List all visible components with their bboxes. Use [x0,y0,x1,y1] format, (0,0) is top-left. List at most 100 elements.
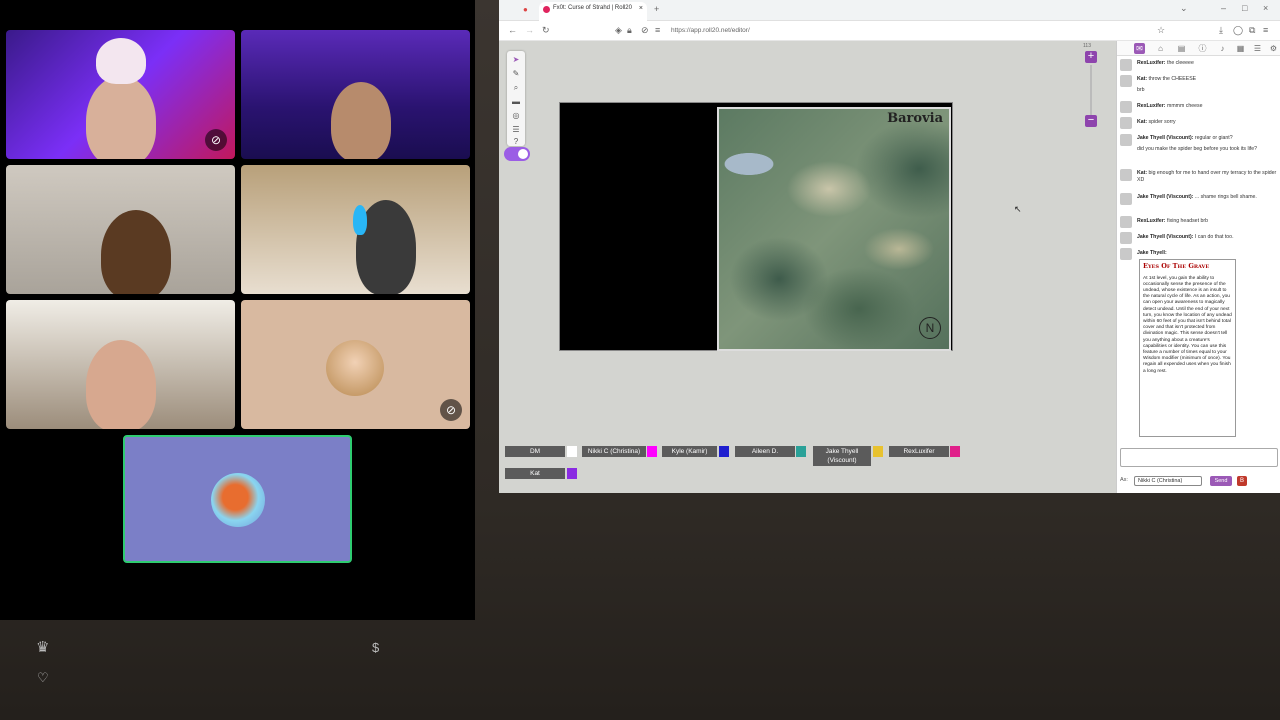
downloads-icon[interactable]: ⤓ [1219,25,1223,36]
account-icon[interactable]: ◯ [1233,25,1243,36]
forward-icon[interactable]: → [525,25,534,35]
chat-message: brb [1137,87,1145,93]
video-tile-2[interactable] [241,30,470,159]
participant-video [86,340,156,429]
chat-message: RexLuxifer: fixing headset brb [1137,218,1208,224]
dark-mode-toggle[interactable] [504,147,530,161]
select-tool-icon[interactable]: ➤ [511,55,521,65]
bookmark-star-icon[interactable]: ☆ [1157,25,1165,36]
zoom-in-button[interactable]: + [1085,51,1097,63]
player-name: DM [529,448,541,455]
avatar [1120,232,1132,244]
video-tile-active[interactable] [123,435,352,563]
deck-icon[interactable]: ▦ [1235,43,1246,54]
zoom-level: 113 [1083,43,1091,49]
measure-tool-icon[interactable]: ◎ [511,111,521,121]
art-library-icon[interactable]: ⌂ [1155,43,1166,54]
help-icon[interactable]: ? [511,137,521,147]
avatar [1120,134,1132,146]
avatar [1120,75,1132,87]
avatar-sticker [96,38,146,84]
chat-message: Jake Thyell (Viscount): I can do that to… [1137,234,1234,240]
video-tile-6[interactable]: ⊘ [241,300,470,429]
maximize-button[interactable]: □ [1242,3,1247,13]
browser-tab[interactable]: Fx0t: Curse of Strahd | Roll20 × [539,2,647,21]
compass-rose-icon: N [919,317,941,339]
collection-icon[interactable]: ☰ [1252,43,1263,54]
headset-icon [353,205,367,235]
extensions-icon[interactable]: ⧉ [1249,25,1255,36]
player-color-swatch [950,446,960,457]
shield-icon[interactable]: ◈ [615,25,622,36]
video-tile-4[interactable] [241,165,470,294]
vtt-canvas[interactable]: ➤ ✎ ⌕ ▬ ◎ ☰ ? Barovia N 113 + − DM Nikki… [499,41,1116,493]
tool-palette: ➤ ✎ ⌕ ▬ ◎ ☰ ? [507,51,525,146]
player-kyle[interactable]: Kyle (Kamir) [662,446,717,457]
map-page[interactable]: Barovia N [559,102,953,351]
participant-video [86,76,156,159]
chat-tab-icon[interactable]: ✉ [1134,43,1145,54]
tab-bar: ● Fx0t: Curse of Strahd | Roll20 × + ⌄ –… [499,0,1280,21]
mouse-cursor-icon: ↖ [1014,204,1022,214]
player-rexluxifer[interactable]: RexLuxifer [889,446,949,457]
reload-icon[interactable]: ↻ [542,25,550,36]
speaking-as-row: As: Nikki C (Christina) Send B [1120,474,1278,488]
video-tile-5[interactable] [6,300,235,429]
player-nikki[interactable]: Nikki C (Christina) [582,446,646,457]
player-name: Nikki C (Christina) [587,448,641,455]
address-bar: ← → ↻ ◈ 🔒︎ ⊘ ≡ https://app.roll20.net/ed… [499,21,1280,41]
player-color-swatch [796,446,806,457]
minimize-button[interactable]: – [1221,3,1226,13]
journal-icon[interactable]: ▤ [1176,43,1187,54]
chat-input[interactable] [1120,448,1278,467]
chat-message: did you make the spider beg before you t… [1137,146,1257,152]
video-tile-3[interactable] [6,165,235,294]
roll20-favicon-icon [543,6,550,13]
chat-message: RexLuxifer: the cleeeee [1137,60,1194,66]
avatar [1120,193,1132,205]
heart-icon: ♡ [37,670,49,685]
chat-message: RexLuxifer: mmmm cheese [1137,103,1203,109]
zoom-out-button[interactable]: − [1085,115,1097,127]
close-tab-icon[interactable]: × [639,5,643,12]
player-name: Aileen D. [751,448,779,455]
player-color-swatch [873,446,883,457]
send-button[interactable]: Send [1210,476,1232,486]
new-tab-button[interactable]: + [654,4,659,14]
page-info-icon[interactable]: ≡ [655,25,660,35]
bird-avatar [211,473,265,527]
menu-icon[interactable]: ≡ [1263,25,1268,35]
lock-icon[interactable]: 🔒︎ [627,25,632,36]
avatar [1120,169,1132,181]
mic-muted-icon: ⊘ [440,399,462,421]
zoom-slider[interactable] [1090,65,1092,117]
permissions-icon[interactable]: ⊘ [641,25,649,36]
player-color-swatch [567,468,577,479]
turn-tracker-icon[interactable]: ☰ [511,125,521,135]
fog-tool-icon[interactable]: ▬ [511,97,521,107]
video-tile-1[interactable]: ⊘ [6,30,235,159]
dice-roll-icon[interactable]: B [1237,476,1247,486]
zoom-tool-icon[interactable]: ⌕ [511,83,521,93]
participant-video [101,210,171,294]
back-icon[interactable]: ← [508,25,517,35]
url-field[interactable]: https://app.roll20.net/editor/ [671,27,750,34]
player-kat[interactable]: Kat [505,468,565,479]
player-jake[interactable]: Jake Thyell (Viscount) [813,446,871,466]
player-dm[interactable]: DM [505,446,565,457]
settings-gear-icon[interactable]: ⚙ [1268,43,1279,54]
chevron-down-icon[interactable]: ⌄ [1180,3,1188,14]
chat-message: Jake Thyell (Viscount): ... shame rings … [1137,194,1257,200]
compendium-icon[interactable]: ⓘ [1197,43,1208,54]
speaking-as-select[interactable]: Nikki C (Christina) [1134,476,1202,486]
chat-message: Kat: throw the CHEEESE [1137,76,1197,82]
participant-avatar [326,340,384,396]
barovia-map[interactable]: Barovia N [717,107,951,351]
player-name: Kyle (Kamir) [671,448,708,455]
close-window-button[interactable]: × [1263,3,1268,13]
tab-title: Fx0t: Curse of Strahd | Roll20 [553,5,632,11]
player-color-swatch [719,446,729,457]
draw-tool-icon[interactable]: ✎ [511,69,521,79]
jukebox-icon[interactable]: ♪ [1217,43,1228,54]
player-aileen[interactable]: Aileen D. [735,446,795,457]
